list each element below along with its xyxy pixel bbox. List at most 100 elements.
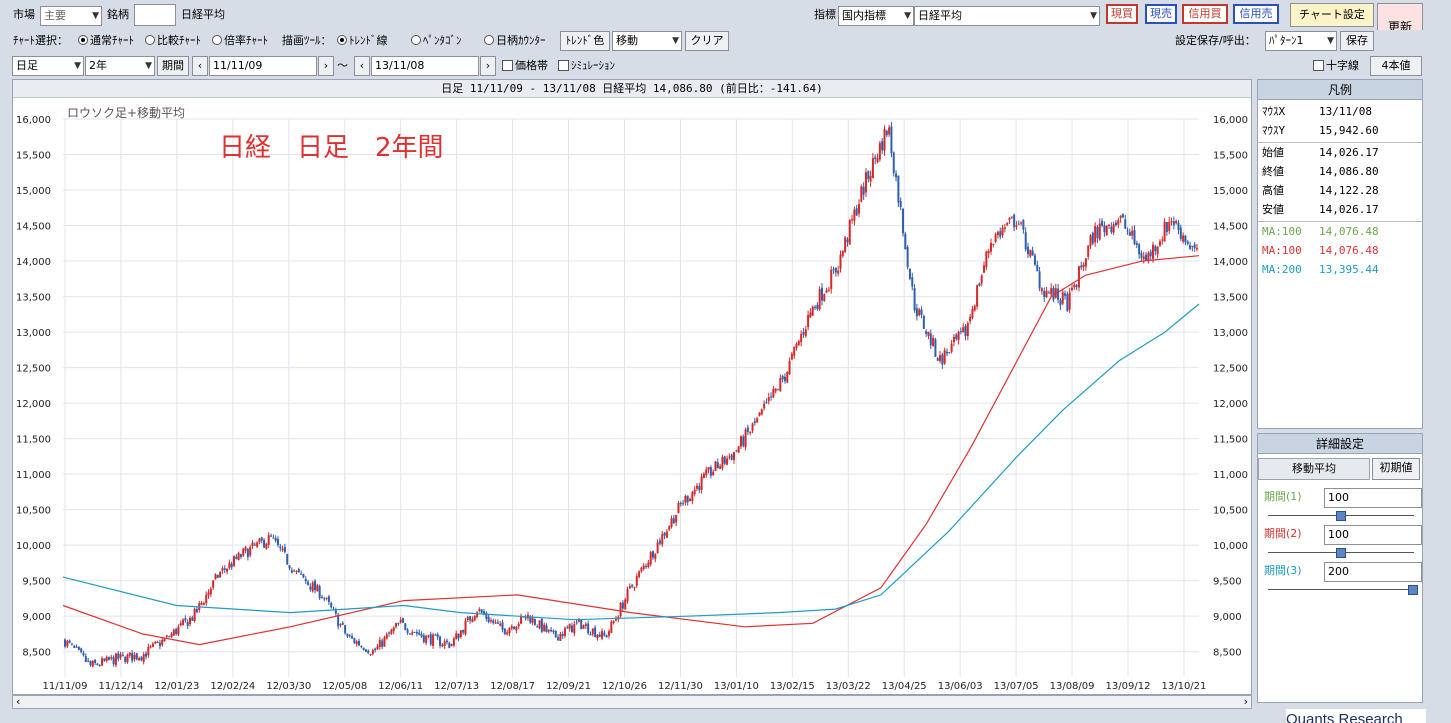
genbai-button[interactable]: 現買 — [1106, 4, 1138, 24]
to-next-button[interactable]: › — [480, 56, 496, 76]
candle-body — [339, 624, 342, 626]
candle-body — [369, 654, 372, 656]
draw-mode-select[interactable]: 移動 ▼ — [612, 31, 682, 51]
from-prev-button[interactable]: ‹ — [192, 56, 208, 76]
crosshair-checkbox[interactable]: 十字線 — [1313, 59, 1359, 73]
candle-body — [633, 587, 636, 589]
price-band-checkbox[interactable]: 価格帯 — [502, 59, 548, 73]
to-prev-button[interactable]: ‹ — [354, 56, 370, 76]
simulation-checkbox[interactable]: ｼﾐｭﾚｰｼｮﾝ — [558, 59, 615, 73]
symbol-input[interactable] — [134, 4, 176, 26]
candle-body — [804, 329, 807, 337]
candle-body — [200, 602, 203, 605]
candle-body — [1006, 222, 1009, 225]
candle-body — [355, 641, 358, 645]
y-tick-label-right: 9,000 — [1213, 612, 1242, 623]
radio-normal-chart[interactable]: 通常ﾁｬｰﾄ — [78, 34, 134, 48]
candle-body — [1064, 293, 1067, 296]
chevron-down-icon: ▼ — [1090, 11, 1097, 21]
candle-body — [325, 597, 328, 599]
candle-body — [883, 129, 886, 151]
trend-color-button[interactable]: ﾄﾚﾝﾄﾞ色 — [560, 31, 610, 51]
radio-trendline[interactable]: ﾄﾚﾝﾄﾞ線 — [337, 34, 388, 48]
candle-body — [1084, 258, 1087, 267]
candle-body — [943, 350, 946, 364]
candle-body — [450, 644, 453, 647]
from-next-button[interactable]: › — [318, 56, 334, 76]
candle-body — [733, 452, 736, 460]
period2-slider[interactable] — [1268, 548, 1414, 558]
candle-body — [920, 309, 923, 315]
candle-body — [184, 618, 187, 621]
period1-slider[interactable] — [1268, 511, 1414, 521]
candle-body — [952, 336, 955, 343]
candle-body — [489, 620, 492, 622]
period-button[interactable]: 期間 — [157, 56, 189, 76]
tab-moving-average[interactable]: 移動平均 — [1258, 458, 1370, 480]
to-date-input[interactable]: 13/11/08 — [371, 56, 479, 76]
genuri-button[interactable]: 現売 — [1145, 4, 1177, 24]
candle-body — [258, 538, 261, 543]
period3-slider[interactable] — [1268, 585, 1418, 595]
candle-body — [591, 628, 594, 635]
candle-body — [214, 574, 217, 580]
candle-body — [290, 570, 293, 573]
candle-body — [186, 621, 189, 626]
y-tick-label-right: 10,500 — [1213, 506, 1248, 517]
candle-body — [626, 589, 629, 602]
reset-defaults-button[interactable]: 初期値 — [1372, 458, 1420, 480]
radio-ratio-chart[interactable]: 倍率ﾁｬｰﾄ — [212, 34, 268, 48]
chart-scrollbar[interactable]: ‹ › — [12, 695, 1252, 709]
x-tick-label: 11/12/14 — [98, 681, 143, 692]
y-tick-label-left: 15,000 — [16, 186, 51, 197]
chart-annotation: 日経 日足 2年間 — [219, 133, 444, 163]
scroll-right-icon[interactable]: › — [1244, 695, 1248, 708]
shinyo-kai-button[interactable]: 信用買 — [1182, 4, 1228, 24]
period1-input[interactable]: 100 — [1324, 488, 1422, 508]
candle-body — [543, 624, 546, 632]
from-date-input[interactable]: 11/11/09 — [209, 56, 317, 76]
indicator-select[interactable]: 日経平均 ▼ — [914, 6, 1100, 26]
candle-body — [158, 642, 161, 647]
y-tick-label-right: 11,000 — [1213, 470, 1248, 481]
grid-layer — [63, 118, 1199, 677]
chart-panel[interactable]: 日足 11/11/09 - 13/11/08 日経平均 14,086.80 (前… — [12, 79, 1252, 695]
pattern-select[interactable]: ﾊﾟﾀｰﾝ1 ▼ — [1265, 31, 1337, 51]
span-select[interactable]: 2年 ▼ — [85, 56, 155, 76]
indicator-category-select[interactable]: 国内指標 ▼ — [838, 6, 914, 26]
radio-day-counter[interactable]: 日柄ｶｳﾝﾀｰ — [484, 34, 546, 48]
save-button[interactable]: 保存 — [1340, 31, 1374, 51]
four-values-button[interactable]: 4本値 — [1370, 56, 1422, 76]
candle-body — [390, 629, 393, 634]
radio-pentagon[interactable]: ﾍﾟﾝﾀｺﾞﾝ — [411, 34, 462, 48]
shinyo-uri-button[interactable]: 信用売 — [1233, 4, 1279, 24]
candle-body — [853, 209, 856, 221]
candle-body — [598, 634, 601, 637]
legend-mouse-x: ﾏｳｽX 13/11/08 — [1262, 105, 1372, 118]
radio-compare-chart[interactable]: 比較ﾁｬｰﾄ — [145, 34, 201, 48]
candlestick-chart[interactable]: 16,000 16,000 15,500 15,500 15,000 15,000 14,5… — [13, 99, 1251, 695]
candle-body — [1052, 287, 1055, 300]
candle-body — [719, 466, 722, 469]
candle-body — [281, 548, 284, 551]
chevron-left-icon: ‹ — [197, 59, 203, 72]
candle-body — [149, 646, 152, 648]
candle-body — [499, 623, 502, 626]
candle-body — [809, 312, 812, 318]
candle-body — [971, 308, 974, 318]
save-load-label: 設定保存/呼出： — [1175, 34, 1256, 47]
market-select[interactable]: 主要 ▼ — [40, 6, 102, 26]
candle-body — [202, 603, 205, 605]
period2-input[interactable]: 100 — [1324, 525, 1422, 545]
candle-body — [478, 609, 481, 611]
clear-button[interactable]: クリア — [685, 31, 729, 51]
chevron-down-icon: ▼ — [672, 36, 679, 46]
period3-input[interactable]: 200 — [1324, 562, 1422, 582]
scroll-left-icon[interactable]: ‹ — [16, 695, 20, 708]
candle-body — [1061, 292, 1064, 304]
candle-body — [307, 581, 310, 585]
chart-settings-button[interactable]: チャート設定 — [1290, 3, 1374, 27]
candle-body — [455, 633, 458, 640]
interval-select[interactable]: 日足 ▼ — [12, 56, 84, 76]
candle-body — [105, 656, 108, 662]
